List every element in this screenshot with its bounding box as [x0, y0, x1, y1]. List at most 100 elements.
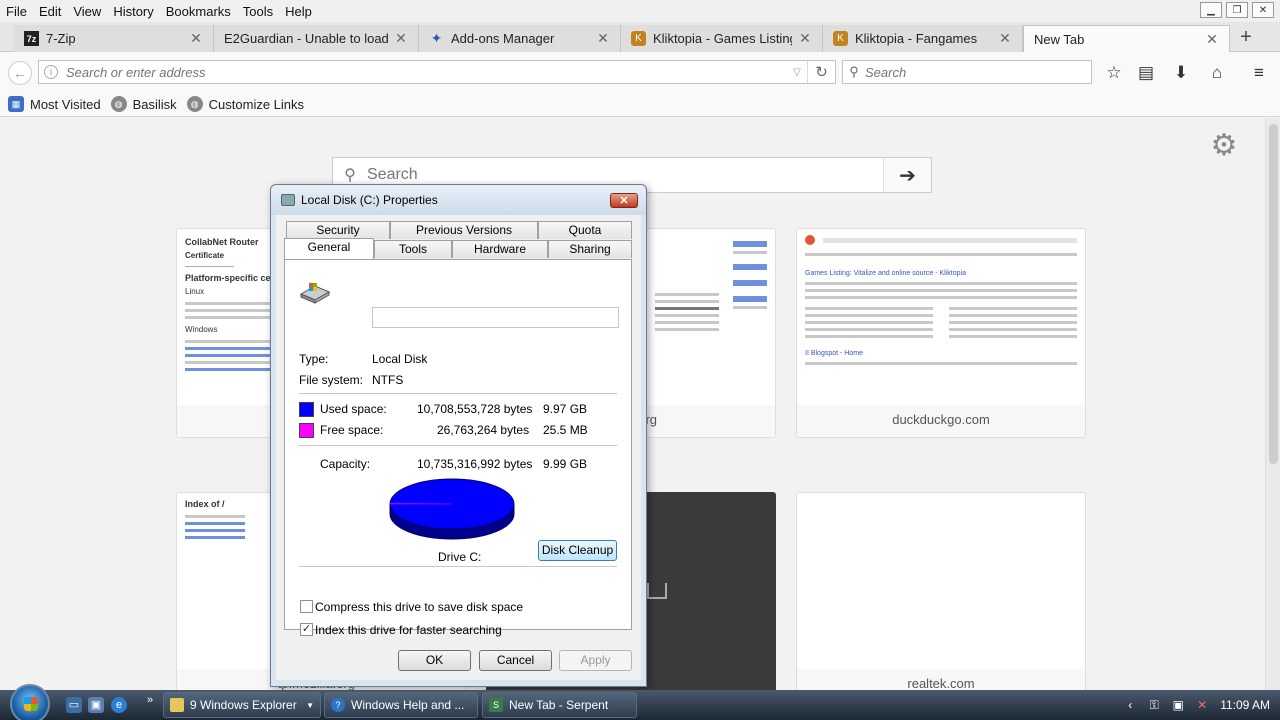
- bookmarks-list-icon[interactable]: ▤: [1135, 62, 1157, 84]
- windows-logo-icon: [24, 697, 38, 711]
- navigation-bar: ← i ▽ ↻ ⚲ ☆ ▤ ⬇ ⌂ ≡: [0, 52, 1280, 92]
- switch-windows-icon[interactable]: ▣: [88, 697, 104, 713]
- capacity-label: Capacity:: [320, 457, 371, 471]
- show-desktop-icon[interactable]: ▭: [66, 697, 82, 713]
- tray-expand-icon[interactable]: ‹: [1122, 697, 1138, 713]
- tab-7zip[interactable]: 7z 7-Zip ✕: [14, 25, 214, 52]
- tab-kliktopia-fangames[interactable]: K Kliktopia - Fangames ✕: [823, 25, 1023, 52]
- internet-explorer-icon[interactable]: e: [111, 697, 127, 713]
- tab-close-icon[interactable]: ✕: [798, 30, 812, 47]
- back-button[interactable]: ←: [8, 61, 32, 85]
- menu-bookmarks[interactable]: Bookmarks: [160, 4, 237, 19]
- bookmark-basilisk[interactable]: ◍ Basilisk: [110, 96, 177, 112]
- menu-edit[interactable]: Edit: [33, 4, 67, 19]
- search-input[interactable]: [865, 64, 1091, 80]
- reload-icon[interactable]: ↻: [807, 61, 835, 83]
- used-space-gb: 9.97 GB: [543, 402, 588, 416]
- scrollbar-thumb[interactable]: [1269, 124, 1278, 464]
- search-bar[interactable]: ⚲: [842, 60, 1092, 84]
- arrow-right-icon[interactable]: ➔: [883, 158, 931, 192]
- disk-cleanup-button[interactable]: Disk Cleanup: [538, 540, 617, 561]
- volume-label-input[interactable]: [372, 307, 619, 328]
- tab-close-icon[interactable]: ✕: [189, 30, 203, 47]
- downloads-icon[interactable]: ⬇: [1170, 62, 1192, 84]
- search-icon: ⚲: [849, 64, 859, 79]
- apply-button[interactable]: Apply: [559, 650, 632, 671]
- tray-app-icon[interactable]: ⚿: [1146, 697, 1162, 713]
- url-bar[interactable]: i ▽ ↻: [38, 60, 836, 84]
- dropdown-arrow-icon[interactable]: ▽: [787, 67, 807, 78]
- taskbar-windows-explorer[interactable]: 9 Windows Explorer ▼: [163, 692, 321, 718]
- compress-checkbox[interactable]: [300, 600, 313, 613]
- close-window-button[interactable]: ✕: [1252, 2, 1274, 18]
- thumb-line: [805, 328, 933, 331]
- menu-view[interactable]: View: [67, 4, 107, 19]
- quick-launch-overflow-icon[interactable]: »: [142, 692, 158, 708]
- bookmark-customize-links[interactable]: ◍ Customize Links: [186, 96, 304, 112]
- separator: [299, 566, 617, 567]
- menu-help[interactable]: Help: [279, 4, 318, 19]
- thumb-line: [733, 280, 767, 286]
- index-checkbox[interactable]: ✓: [300, 623, 313, 636]
- properties-dialog: Local Disk (C:) Properties ✕ Security Pr…: [270, 184, 647, 687]
- bookmark-most-visited[interactable]: ▦ Most Visited: [8, 96, 101, 112]
- menu-tools[interactable]: Tools: [237, 4, 279, 19]
- serpent-icon: S: [489, 698, 503, 712]
- tab-close-icon[interactable]: ✕: [998, 30, 1012, 47]
- hamburger-menu-icon[interactable]: ≡: [1248, 62, 1270, 84]
- ok-button[interactable]: OK: [398, 650, 471, 671]
- url-input[interactable]: [66, 64, 787, 80]
- restore-button[interactable]: ❐: [1226, 2, 1248, 18]
- free-space-bytes: 26,763,264 bytes: [437, 423, 530, 437]
- clock[interactable]: 11:09 AM: [1220, 698, 1270, 712]
- menu-file[interactable]: File: [0, 4, 33, 19]
- dialog-titlebar[interactable]: Local Disk (C:) Properties ✕: [271, 185, 646, 215]
- tab-title: Kliktopia - Fangames: [855, 31, 978, 46]
- tab-title: Kliktopia - Games Listing: V: [653, 31, 792, 46]
- cancel-button[interactable]: Cancel: [479, 650, 552, 671]
- kliktopia-icon: K: [631, 31, 646, 46]
- tab-security[interactable]: Security: [286, 221, 390, 239]
- tile-duckduckgo[interactable]: Games Listing: Vitalize and online sourc…: [796, 228, 1086, 438]
- thumb-ddg-header: [797, 229, 1085, 251]
- tab-close-icon[interactable]: ✕: [394, 30, 408, 47]
- tab-quota[interactable]: Quota: [538, 221, 632, 239]
- tab-general[interactable]: General: [284, 238, 374, 259]
- home-icon[interactable]: ⌂: [1206, 62, 1228, 84]
- volume-muted-icon[interactable]: ✕: [1194, 697, 1210, 713]
- taskbar-windows-help[interactable]: ? Windows Help and ...: [324, 692, 478, 718]
- start-button[interactable]: [10, 684, 50, 720]
- new-tab-plus-icon[interactable]: +: [1234, 26, 1258, 48]
- search-icon: ⚲: [344, 167, 356, 184]
- tab-e2guardian[interactable]: E2Guardian - Unable to load w ✕: [214, 25, 419, 52]
- tab-close-icon[interactable]: ✕: [596, 30, 610, 47]
- bookmark-star-icon[interactable]: ☆: [1103, 62, 1125, 84]
- tile-realtek[interactable]: realtek.com: [796, 492, 1086, 690]
- gear-icon[interactable]: ⚙: [1208, 130, 1240, 162]
- tile-label: duckduckgo.com: [797, 405, 1085, 437]
- new-tab-search-input[interactable]: [367, 166, 883, 184]
- close-button[interactable]: ✕: [610, 193, 638, 208]
- network-icon[interactable]: ▣: [1170, 697, 1186, 713]
- menu-history[interactable]: History: [107, 4, 159, 19]
- tab-close-icon[interactable]: ✕: [1205, 31, 1219, 48]
- tab-sharing[interactable]: Sharing: [548, 240, 632, 258]
- compress-label: Compress this drive to save disk space: [315, 600, 524, 614]
- tab-new-tab[interactable]: New Tab ✕: [1023, 25, 1230, 52]
- thumb-result-link: II Blogspot - Home: [805, 350, 863, 357]
- tab-tools[interactable]: Tools: [374, 240, 452, 258]
- thumb-col: [941, 303, 1085, 342]
- taskbar: ▭ ▣ e » 9 Windows Explorer ▼ ? Windows H…: [0, 684, 1280, 720]
- minimize-button[interactable]: ▁: [1200, 2, 1222, 18]
- free-space-mb: 25.5 MB: [543, 423, 588, 437]
- thumb-line: [949, 328, 1077, 331]
- tab-kliktopia-games-listing[interactable]: K Kliktopia - Games Listing: V ✕: [621, 25, 823, 52]
- tab-addons-manager[interactable]: ✦ Add-ons Manager ✕: [419, 25, 621, 52]
- tab-hardware[interactable]: Hardware: [452, 240, 548, 258]
- separator: [299, 445, 617, 446]
- info-icon[interactable]: i: [44, 65, 58, 79]
- taskbar-serpent[interactable]: S New Tab - Serpent: [482, 692, 637, 718]
- tab-previous-versions[interactable]: Previous Versions: [390, 221, 538, 239]
- page-scrollbar[interactable]: [1265, 118, 1280, 690]
- used-space-bytes: 10,708,553,728 bytes: [417, 402, 533, 416]
